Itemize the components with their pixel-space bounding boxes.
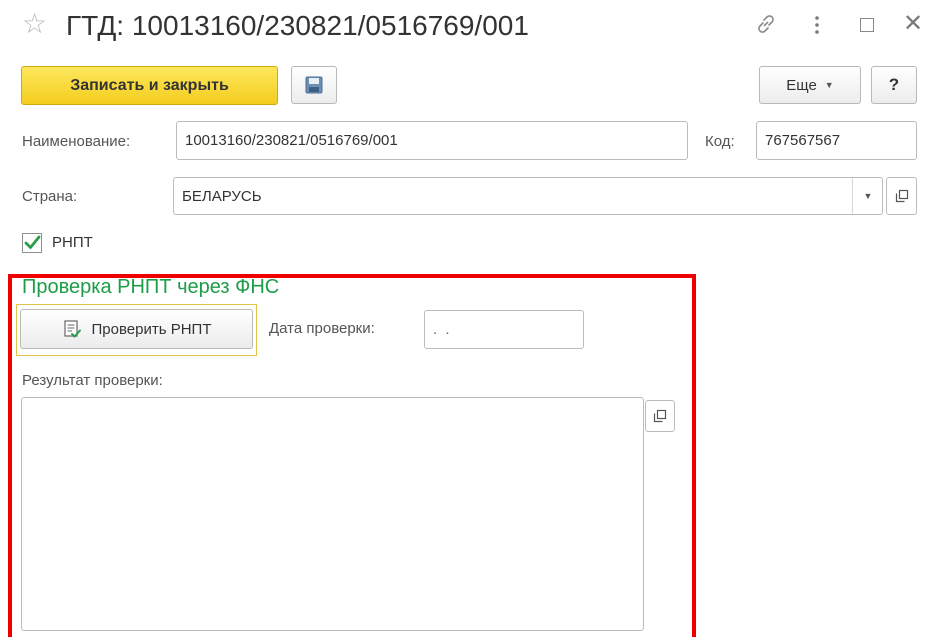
- country-field[interactable]: БЕЛАРУСЬ: [173, 177, 883, 215]
- rnpt-check-group-title: Проверка РНПТ через ФНС: [22, 276, 280, 298]
- close-icon[interactable]: ✕: [903, 11, 923, 37]
- check-rnpt-button[interactable]: Проверить РНПТ: [20, 309, 253, 349]
- country-dropdown-icon[interactable]: ▼: [852, 178, 883, 214]
- check-result-textarea[interactable]: [21, 397, 644, 631]
- country-open-button[interactable]: [886, 177, 917, 215]
- help-button[interactable]: ?: [871, 66, 917, 104]
- more-actions-label: Еще: [786, 76, 817, 94]
- save-button[interactable]: [291, 66, 337, 104]
- maximize-icon[interactable]: [860, 18, 874, 32]
- chevron-down-icon: ▼: [824, 80, 834, 90]
- check-date-field[interactable]: . .: [424, 310, 584, 349]
- favorite-star-icon[interactable]: ☆: [22, 10, 47, 38]
- save-and-close-button[interactable]: Записать и закрыть: [21, 66, 278, 105]
- more-actions-button[interactable]: Еще ▼: [759, 66, 861, 104]
- open-form-icon: [653, 409, 667, 423]
- check-date-label: Дата проверки:: [269, 320, 375, 337]
- result-open-button[interactable]: [645, 400, 675, 432]
- country-label: Страна:: [22, 188, 78, 205]
- more-vertical-icon[interactable]: [810, 12, 824, 38]
- checkmark-icon: [24, 235, 41, 249]
- link-icon[interactable]: [754, 12, 778, 36]
- check-rnpt-label: Проверить РНПТ: [91, 320, 212, 338]
- name-label: Наименование:: [22, 133, 131, 150]
- document-check-icon: [63, 320, 81, 338]
- name-field[interactable]: 10013160/230821/0516769/001: [176, 121, 688, 160]
- rnpt-checkbox[interactable]: [22, 233, 42, 253]
- rnpt-label: РНПТ: [52, 234, 93, 251]
- floppy-disk-icon: [305, 76, 323, 94]
- code-label: Код:: [705, 133, 735, 150]
- form-window: ☆ ГТД: 10013160/230821/0516769/001 ✕ Зап…: [0, 0, 927, 637]
- page-title: ГТД: 10013160/230821/0516769/001: [66, 10, 529, 41]
- open-form-icon: [895, 189, 908, 203]
- check-result-label: Результат проверки:: [22, 372, 163, 389]
- code-field[interactable]: 767567567: [756, 121, 917, 160]
